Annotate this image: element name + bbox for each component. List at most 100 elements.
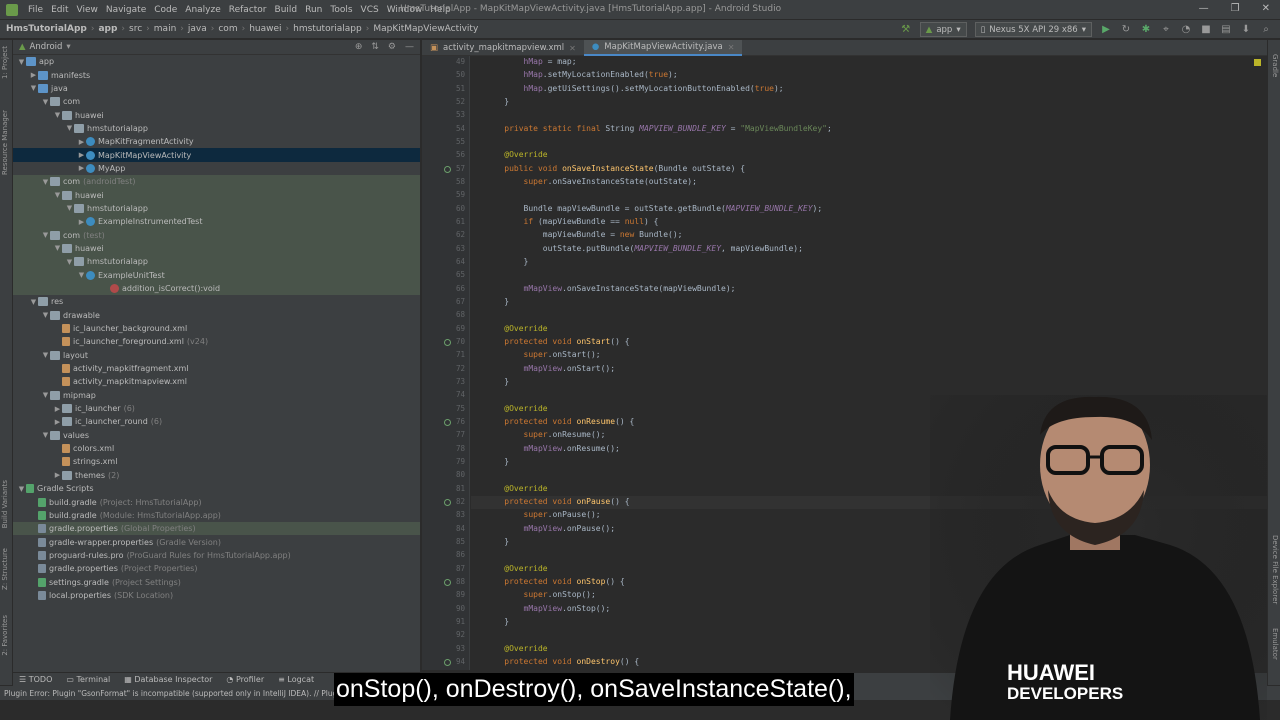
hammer-icon[interactable]: ⚒ [900, 24, 912, 36]
chevron-down-icon[interactable]: ▼ [41, 98, 50, 106]
tree-item[interactable]: ▶ ic_launcher_round (6) [13, 415, 420, 428]
tool-structure[interactable]: Z: Structure [1, 548, 9, 590]
gear-icon[interactable]: ⚙ [388, 42, 396, 52]
rerun-icon[interactable]: ↻ [1120, 24, 1132, 36]
attach-debugger-icon[interactable]: ⌖ [1160, 24, 1172, 36]
locate-icon[interactable]: ⊕ [355, 42, 363, 52]
code-line[interactable]: mMapView.onStop(); [485, 604, 611, 613]
tree-item[interactable]: ▼ values [13, 429, 420, 442]
tree-item[interactable]: ic_launcher_background.xml [13, 322, 420, 335]
chevron-right-icon[interactable]: ▶ [53, 405, 62, 413]
chevron-down-icon[interactable]: ▼ [41, 351, 50, 359]
chevron-down-icon[interactable]: ▼ [53, 244, 62, 252]
tree-item[interactable]: ▶ MapKitMapViewActivity [13, 148, 420, 162]
code-line[interactable]: @Override [485, 484, 547, 493]
code-line[interactable]: hMap.getUiSettings().setMyLocationButton… [485, 84, 784, 93]
code-line[interactable]: } [485, 257, 529, 266]
tree-item[interactable]: ▼ hmstutorialapp [13, 122, 420, 135]
tree-item[interactable]: ▼ com [13, 95, 420, 108]
chevron-down-icon[interactable]: ▼ [17, 485, 26, 493]
code-line[interactable]: } [485, 617, 509, 626]
code-line[interactable]: @Override [485, 324, 547, 333]
code-line[interactable]: private static final String MAPVIEW_BUND… [485, 124, 832, 133]
chevron-down-icon[interactable]: ▼ [65, 124, 74, 132]
code-line[interactable]: if (mapViewBundle == null) { [485, 217, 659, 226]
device-select[interactable]: ▯ Nexus 5X API 29 x86 ▾ [974, 22, 1092, 37]
project-view-select[interactable]: Android [30, 42, 63, 52]
tab-activity-mapkitmapview-xml[interactable]: ▣ activity_mapkitmapview.xml ✕ [422, 40, 584, 56]
tool-logcat[interactable]: ≡ Logcat [278, 675, 314, 684]
tree-item[interactable]: build.gradle (Module: HmsTutorialApp.app) [13, 509, 420, 522]
tool-terminal[interactable]: ▭ Terminal [66, 675, 110, 684]
chevron-down-icon[interactable]: ▼ [41, 178, 50, 186]
code-line[interactable]: super.onStart(); [485, 350, 601, 359]
code-line[interactable]: super.onPause(); [485, 510, 601, 519]
tree-item[interactable]: ic_launcher_foreground.xml (v24) [13, 335, 420, 348]
menu-analyze[interactable]: Analyze [181, 5, 224, 15]
code-line[interactable]: } [485, 457, 509, 466]
status-message[interactable]: Plugin Error: Plugin "GsonFormat" is inc… [4, 689, 344, 698]
code-line[interactable]: } [485, 97, 509, 106]
menu-edit[interactable]: Edit [47, 5, 72, 15]
tree-item[interactable]: ▶ ic_launcher (6) [13, 402, 420, 415]
tree-item[interactable]: ▼ mipmap [13, 389, 420, 402]
code-line[interactable]: super.onResume(); [485, 430, 606, 439]
tool-resource-manager[interactable]: Resource Manager [1, 110, 9, 175]
code-line[interactable]: } [485, 537, 509, 546]
code-line[interactable]: protected void onStart() { [485, 337, 629, 346]
tree-item[interactable]: ▶ MyApp [13, 162, 420, 175]
tool-todo[interactable]: ☰ TODO [19, 675, 52, 684]
tree-item[interactable]: proguard-rules.pro (ProGuard Rules for Hm… [13, 549, 420, 562]
chevron-right-icon[interactable]: ▶ [77, 164, 86, 172]
chevron-right-icon[interactable]: ▶ [53, 418, 62, 426]
menu-build[interactable]: Build [271, 5, 302, 15]
chevron-down-icon[interactable]: ▾ [66, 42, 70, 52]
code-line[interactable]: protected void onDestroy() { [485, 657, 639, 666]
menu-refactor[interactable]: Refactor [225, 5, 271, 15]
tree-item[interactable]: activity_mapkitmapview.xml [13, 375, 420, 388]
collapse-all-icon[interactable]: ⇅ [371, 42, 379, 52]
tree-item[interactable]: settings.gradle (Project Settings) [13, 575, 420, 588]
override-gutter-icon[interactable] [444, 338, 451, 346]
chevron-down-icon[interactable]: ▼ [41, 311, 50, 319]
menu-code[interactable]: Code [150, 5, 181, 15]
code-line[interactable]: protected void onPause() { [485, 497, 629, 506]
chevron-down-icon[interactable]: ▼ [65, 204, 74, 212]
breadcrumb-item[interactable]: MapKitMapViewActivity [373, 24, 478, 34]
run-config-select[interactable]: ▲ app ▾ [919, 22, 967, 37]
tree-item[interactable]: ▼ res [13, 295, 420, 308]
tree-item[interactable]: ▼ drawable [13, 309, 420, 322]
warning-indicator-icon[interactable] [1254, 59, 1261, 66]
breadcrumb-item[interactable]: app [98, 24, 117, 34]
tree-item[interactable]: ▶ ExampleInstrumentedTest [13, 215, 420, 229]
tree-item[interactable]: local.properties (SDK Location) [13, 589, 420, 602]
code-line[interactable]: mMapView.onPause(); [485, 524, 616, 533]
code-line[interactable]: @Override [485, 150, 547, 159]
override-gutter-icon[interactable] [444, 418, 451, 426]
code-line[interactable]: super.onStop(); [485, 590, 596, 599]
close-icon[interactable]: ✕ [728, 43, 735, 52]
tree-item[interactable]: colors.xml [13, 442, 420, 455]
code-line[interactable]: outState.putBundle(MAPVIEW_BUNDLE_KEY, m… [485, 244, 803, 253]
tree-item[interactable]: ▼ hmstutorialapp [13, 201, 420, 216]
tree-item[interactable]: gradle-wrapper.properties (Gradle Version… [13, 535, 420, 548]
chevron-right-icon[interactable]: ▶ [77, 218, 86, 226]
tree-item[interactable]: ▼ huawei [13, 241, 420, 256]
chevron-right-icon[interactable]: ▶ [77, 138, 86, 146]
tool-emulator[interactable]: Emulator [1271, 628, 1279, 660]
tree-item[interactable]: ▼ ExampleUnitTest [13, 268, 420, 282]
menu-tools[interactable]: Tools [326, 5, 356, 15]
code-line[interactable]: @Override [485, 644, 547, 653]
tree-item[interactable]: ▼ layout [13, 349, 420, 362]
chevron-down-icon[interactable]: ▼ [29, 84, 38, 92]
tree-item[interactable]: ▼ com (test) [13, 228, 420, 242]
restore-icon[interactable]: ❐ [1231, 3, 1240, 14]
code-line[interactable]: } [485, 297, 509, 306]
tool-database-inspector[interactable]: ▦ Database Inspector [124, 675, 212, 684]
hide-icon[interactable]: — [405, 42, 414, 52]
breadcrumb-item[interactable]: main [154, 24, 177, 34]
code-line[interactable]: protected void onResume() { [485, 417, 634, 426]
code-line[interactable]: mMapView.onResume(); [485, 444, 620, 453]
tree-item[interactable]: ▼ Gradle Scripts [13, 482, 420, 495]
tree-item[interactable]: gradle.properties (Global Properties) [13, 522, 420, 536]
